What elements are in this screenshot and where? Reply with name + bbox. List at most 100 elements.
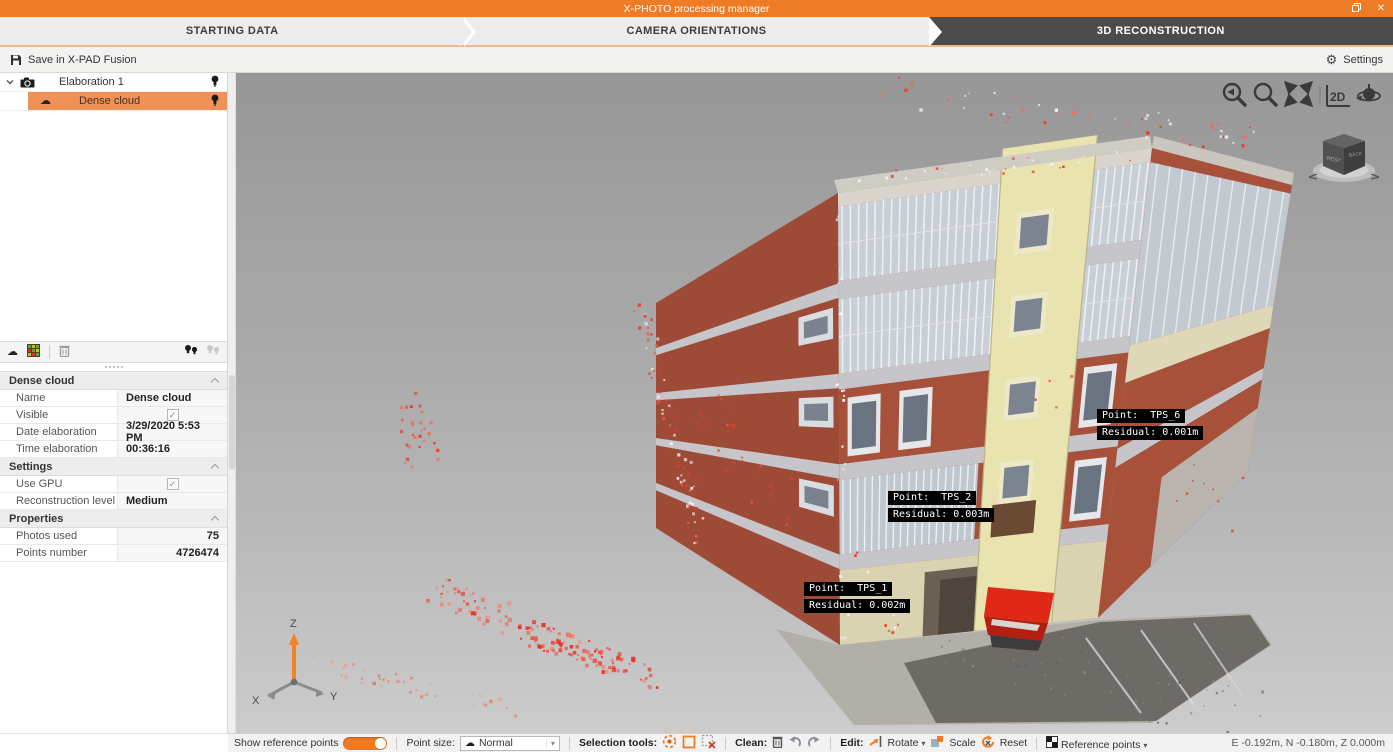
settings-button[interactable]: ⚙ Settings — [1326, 52, 1383, 68]
property-row: NameDense cloud — [0, 390, 227, 407]
move-button[interactable] — [869, 735, 883, 751]
collapse-caret-icon[interactable] — [211, 378, 219, 386]
scale-label[interactable]: Scale — [949, 737, 975, 749]
zoom-previous-icon[interactable] — [1224, 84, 1245, 105]
collapse-caret-icon[interactable] — [211, 516, 219, 524]
point-size-dropdown[interactable]: ☁ Normal ▾ — [460, 736, 560, 751]
property-label: Date elaboration — [0, 424, 118, 440]
rotate-left-arrow-icon[interactable] — [1309, 174, 1317, 179]
visibility-bulb-icon[interactable] — [211, 94, 219, 109]
point-label: Point: TPS_2 Residual: 0.003m — [888, 491, 994, 525]
properties-panel: Dense cloudNameDense cloudVisible✓Date e… — [0, 371, 227, 562]
property-row: Date elaboration3/29/2020 5:53 PM — [0, 424, 227, 441]
scale-icon — [930, 735, 944, 748]
wizard-step-label: STARTING DATA — [186, 25, 279, 37]
rectangle-select-button[interactable] — [682, 735, 696, 752]
checkbox[interactable]: ✓ — [167, 478, 179, 490]
wizard-step-3d-reconstruction[interactable]: 3D RECONSTRUCTION — [929, 17, 1393, 45]
property-value: ✓ — [118, 476, 227, 492]
create-mesh-button[interactable] — [27, 344, 40, 360]
point-label-residual: Residual: 0.003m — [888, 508, 994, 522]
property-value: 3/29/2020 5:53 PM — [118, 424, 227, 440]
redo-button[interactable] — [807, 735, 821, 751]
scrollbar-thumb[interactable] — [229, 375, 235, 470]
circle-select-icon — [662, 734, 677, 749]
navigation-cube[interactable]: WEST BACK — [1307, 129, 1381, 192]
delete-button[interactable] — [59, 344, 70, 360]
point-cloud-scene[interactable] — [236, 73, 1392, 733]
property-label: Time elaboration — [0, 441, 118, 457]
collapse-caret-icon[interactable] — [211, 464, 219, 472]
x-axis-label: X — [252, 695, 260, 707]
hide-all-bulbs-button[interactable] — [206, 344, 220, 360]
circle-select-button[interactable] — [662, 734, 677, 752]
visibility-bulb-icon[interactable] — [211, 75, 219, 90]
delete-points-button[interactable] — [772, 735, 783, 751]
section-title: Properties — [9, 513, 63, 525]
rotate-label: Rotate — [888, 737, 919, 749]
point-label-name: Point: TPS_6 — [1097, 409, 1185, 423]
elaboration-tree: Elaboration 1 ☁ Dense cloud — [0, 73, 227, 341]
save-button-label: Save in X-PAD Fusion — [28, 54, 137, 66]
zoom-fit-icon[interactable] — [1287, 84, 1310, 104]
divider — [49, 345, 50, 359]
rotate-menu-button[interactable]: Rotate ▾ — [888, 737, 926, 749]
property-section-header[interactable]: Properties — [0, 510, 227, 528]
reset-button[interactable] — [981, 735, 995, 751]
show-all-bulbs-button[interactable] — [184, 344, 198, 360]
cloud-icon: ☁ — [7, 346, 18, 358]
edit-label: Edit: — [840, 737, 863, 749]
zoom-window-icon[interactable] — [1255, 84, 1276, 105]
z-axis-label: Z — [290, 618, 297, 630]
point-size-value: Normal — [479, 737, 513, 749]
wizard-step-starting-data[interactable]: STARTING DATA — [0, 17, 464, 45]
add-dense-cloud-button[interactable]: ☁ — [7, 346, 18, 358]
property-section-header[interactable]: Dense cloud — [0, 372, 227, 390]
tree-item-label: Dense cloud — [79, 95, 140, 107]
point-label: Point: TPS_6Residual: 0.001m — [1097, 409, 1203, 443]
colored-grid-icon — [27, 344, 40, 357]
show-reference-points-toggle[interactable] — [343, 737, 387, 750]
reference-points-menu-button[interactable]: Reference points ▾ — [1046, 736, 1147, 751]
reset-label[interactable]: Reset — [1000, 737, 1027, 749]
chevron-down-icon: ▾ — [1143, 741, 1147, 750]
splitter-grip — [113, 366, 115, 368]
cloud-icon: ☁ — [40, 96, 51, 107]
orbit-icon[interactable] — [1356, 84, 1380, 101]
divider — [569, 737, 570, 750]
cloud-icon: ☁ — [465, 738, 475, 749]
panel-splitter[interactable] — [0, 363, 227, 371]
tree-item-dense-cloud[interactable]: ☁ Dense cloud — [0, 92, 227, 111]
checkerboard-icon — [1046, 736, 1058, 748]
property-label: Visible — [0, 407, 118, 423]
save-in-xpad-fusion-button[interactable]: Save in X-PAD Fusion — [10, 54, 137, 66]
2d-view-icon[interactable]: 2D — [1327, 85, 1350, 106]
property-label: Name — [0, 390, 118, 406]
rectangle-select-icon — [682, 735, 696, 749]
point-label-name: Point: TPS_2 — [888, 491, 976, 505]
svg-text:2D: 2D — [1330, 90, 1346, 104]
close-window-icon[interactable]: ✕ — [1377, 4, 1385, 14]
tree-item-elaboration[interactable]: Elaboration 1 — [0, 73, 227, 92]
restore-window-icon[interactable] — [1352, 3, 1361, 15]
window-title: X-PHOTO processing manager — [624, 3, 770, 15]
scale-button[interactable] — [930, 735, 944, 751]
undo-button[interactable] — [788, 735, 802, 751]
property-label: Reconstruction level — [0, 493, 118, 509]
3d-viewport[interactable]: 2D WEST BACK — [236, 73, 1393, 733]
property-row: Photos used75 — [0, 528, 227, 545]
coordinate-status: E -0.192m, N -0.180m, Z 0.000m — [1232, 737, 1387, 749]
deselect-button[interactable] — [701, 734, 716, 752]
panel-scrollbar[interactable] — [228, 73, 236, 733]
wizard-step-camera-orientations[interactable]: CAMERA ORIENTATIONS — [464, 17, 928, 45]
divider — [725, 737, 726, 750]
property-row: Time elaboration00:36:16 — [0, 441, 227, 458]
chevron-down-icon: ▾ — [921, 739, 925, 748]
property-value: Dense cloud — [118, 390, 227, 406]
window-titlebar: X-PHOTO processing manager ✕ — [0, 0, 1393, 17]
property-section-header[interactable]: Settings — [0, 458, 227, 476]
viewport-toolbar: 2D — [1221, 81, 1383, 116]
settings-button-label: Settings — [1343, 54, 1383, 66]
rotate-right-arrow-icon[interactable] — [1371, 174, 1379, 179]
expander-chevron-icon[interactable] — [6, 78, 14, 86]
